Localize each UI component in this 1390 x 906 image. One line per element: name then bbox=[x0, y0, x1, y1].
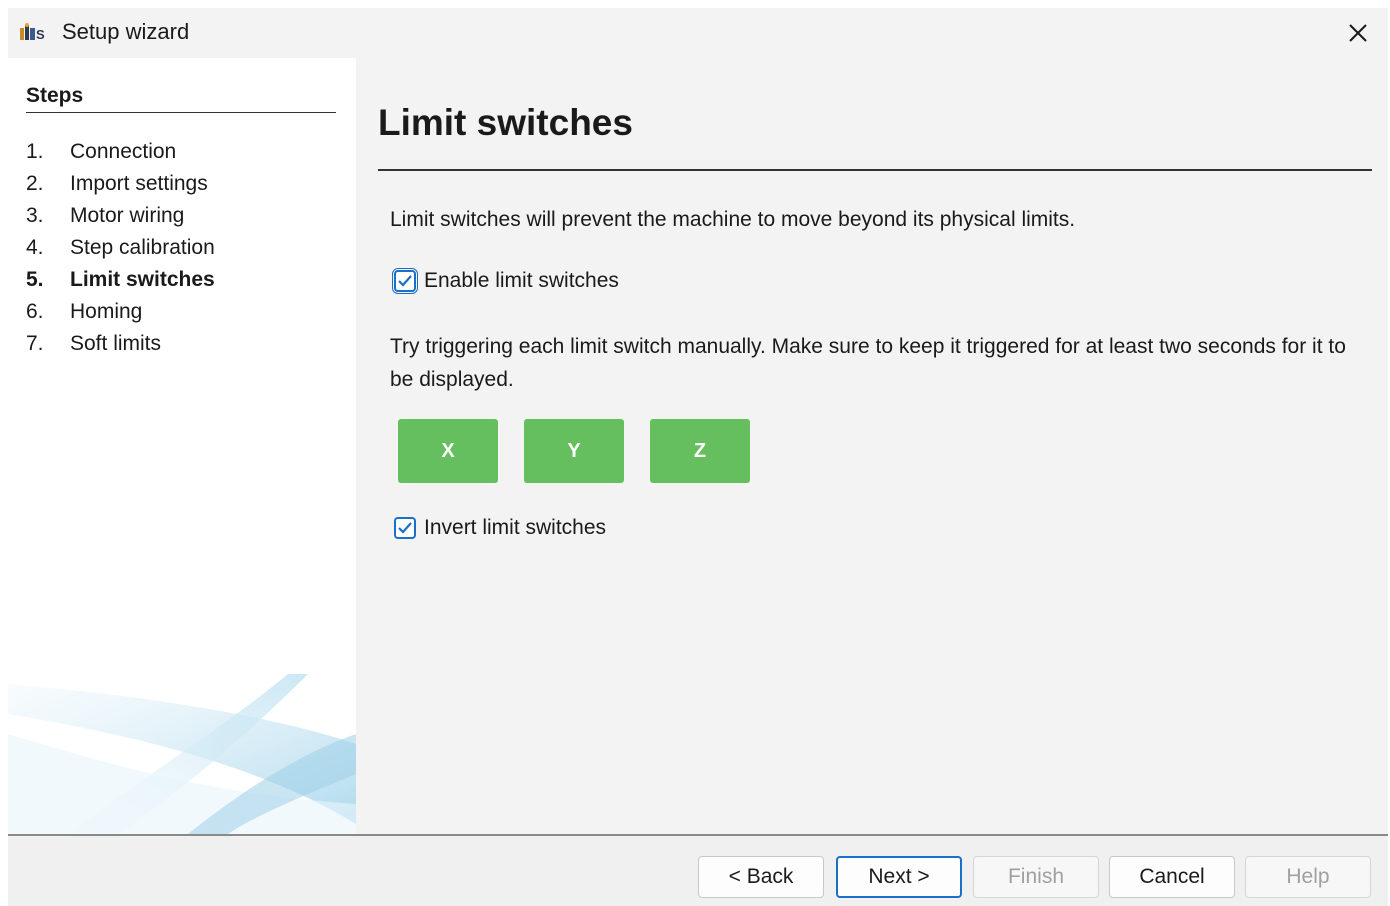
steps-list: 1. Connection 2. Import settings 3. Motor w… bbox=[26, 136, 215, 360]
close-icon bbox=[1349, 24, 1367, 42]
step-item-step-calibration: 4. Step calibration bbox=[26, 236, 215, 259]
decorative-swoosh-graphic bbox=[8, 674, 356, 834]
axis-z-indicator[interactable]: Z bbox=[650, 419, 750, 483]
finish-button[interactable]: Finish bbox=[973, 856, 1099, 898]
steps-heading: Steps bbox=[26, 84, 84, 107]
window-title: Setup wizard bbox=[62, 19, 190, 44]
checkbox-checked-icon[interactable] bbox=[392, 268, 418, 294]
content-panel: Limit switches Limit switches will preve… bbox=[356, 58, 1388, 834]
ugs-logo-icon: S bbox=[20, 22, 48, 44]
enable-limit-switches-checkbox[interactable]: Enable limit switches bbox=[392, 268, 619, 294]
step-item-import-settings: 2. Import settings bbox=[26, 172, 208, 195]
instructions-text: Try triggering each limit switch manuall… bbox=[390, 335, 1346, 391]
title-divider bbox=[378, 169, 1372, 171]
svg-text:S: S bbox=[36, 27, 45, 42]
intro-text: Limit switches will prevent the machine … bbox=[390, 208, 1076, 231]
invert-limit-switches-label: Invert limit switches bbox=[424, 516, 607, 539]
step-item-motor-wiring: 3. Motor wiring bbox=[26, 204, 185, 227]
button-bar: < Back Next > Finish Cancel Help bbox=[8, 836, 1388, 906]
title-bar: S Setup wizard bbox=[8, 8, 1388, 58]
help-button[interactable]: Help bbox=[1245, 856, 1371, 898]
next-button[interactable]: Next > bbox=[836, 856, 962, 898]
axis-x-indicator[interactable]: X bbox=[398, 419, 498, 483]
page-title: Limit switches bbox=[378, 102, 633, 143]
steps-sidebar: Steps 1. Connection 2. Import settings 3. M… bbox=[8, 58, 356, 834]
back-button[interactable]: < Back bbox=[698, 856, 824, 898]
axis-indicators: X Y Z bbox=[398, 419, 776, 483]
checkbox-checked-icon[interactable] bbox=[394, 517, 416, 539]
step-item-limit-switches: 5. Limit switches bbox=[26, 268, 215, 291]
setup-wizard-window: S Setup wizard Steps 1. Connection 2. Impo… bbox=[8, 8, 1388, 906]
step-item-homing: 6. Homing bbox=[26, 300, 143, 323]
close-button[interactable] bbox=[1340, 16, 1376, 50]
step-item-connection: 1. Connection bbox=[26, 140, 177, 163]
steps-divider bbox=[26, 112, 336, 113]
invert-limit-switches-checkbox[interactable]: Invert limit switches bbox=[394, 516, 606, 540]
cancel-button[interactable]: Cancel bbox=[1109, 856, 1235, 898]
axis-y-indicator[interactable]: Y bbox=[524, 419, 624, 483]
enable-limit-switches-label: Enable limit switches bbox=[424, 269, 619, 292]
step-item-soft-limits: 7. Soft limits bbox=[26, 332, 162, 355]
